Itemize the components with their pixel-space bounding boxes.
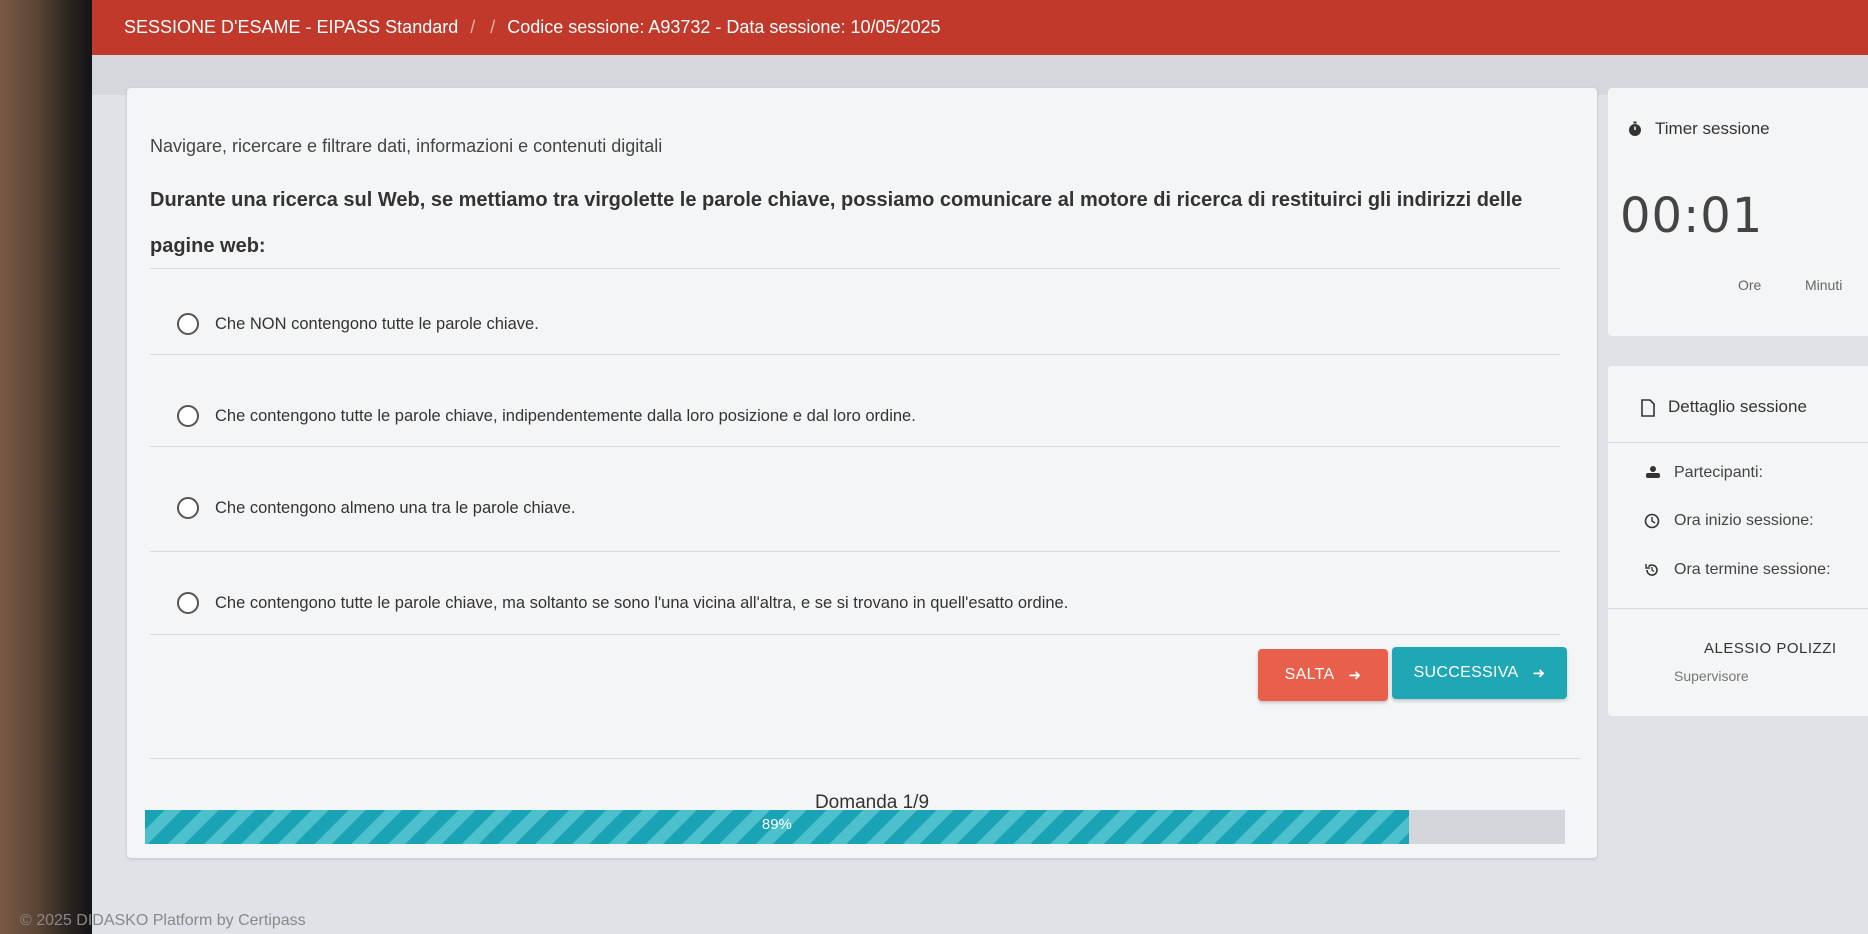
end-time-label: Ora termine sessione:: [1674, 561, 1831, 578]
exam-title: SESSIONE D'ESAME - EIPASS Standard: [124, 17, 459, 37]
participants-label: Partecipanti:: [1674, 464, 1763, 481]
timer-unit-hours: Ore: [1738, 277, 1762, 293]
arrow-right-icon: ➜: [1532, 665, 1546, 682]
progress-bar: 89%: [145, 810, 1565, 844]
start-time-label: Ora inizio sessione:: [1674, 512, 1814, 529]
answer-option-4[interactable]: Che contengono tutte le parole chiave, m…: [177, 592, 1068, 614]
arrow-right-icon: ➜: [1348, 667, 1362, 684]
divider: [150, 268, 1560, 269]
timer-title: Timer sessione: [1627, 119, 1770, 139]
session-info: Codice sessione: A93732 - Data sessione:…: [507, 17, 941, 37]
radio-button[interactable]: [177, 405, 199, 427]
exam-header-bar: SESSIONE D'ESAME - EIPASS Standard / / C…: [92, 0, 1868, 55]
screen-bezel: [0, 0, 92, 934]
stopwatch-icon: [1627, 121, 1643, 137]
next-button[interactable]: SUCCESSIVA ➜: [1392, 647, 1567, 699]
next-button-label: SUCCESSIVA: [1413, 664, 1519, 681]
question-category: Navigare, ricercare e filtrare dati, inf…: [150, 136, 663, 156]
answer-option-label: Che contengono tutte le parole chiave, m…: [215, 593, 1069, 612]
footer-copyright: © 2025 DIDASKO Platform by Certipass: [20, 912, 306, 929]
progress-percent: 89%: [761, 816, 792, 833]
answer-option-label: Che NON contengono tutte le parole chiav…: [215, 314, 539, 333]
divider: [150, 634, 1560, 635]
answer-option-2[interactable]: Che contengono tutte le parole chiave, i…: [177, 405, 916, 427]
radio-button[interactable]: [177, 592, 199, 614]
history-icon: [1644, 562, 1660, 578]
divider: [1608, 442, 1868, 443]
skip-button-label: SALTA: [1284, 666, 1335, 683]
participants-row: Partecipanti:: [1644, 464, 1763, 482]
supervisor-role: Supervisore: [1674, 668, 1749, 684]
header-separator: / /: [470, 17, 496, 37]
divider: [150, 758, 1580, 759]
answer-option-label: Che contengono almeno una tra le parole …: [215, 498, 576, 517]
start-time-row: Ora inizio sessione:: [1644, 512, 1814, 530]
document-icon: [1640, 399, 1656, 417]
answer-option-3[interactable]: Che contengono almeno una tra le parole …: [177, 497, 576, 519]
supervisor-name: ALESSIO POLIZZI: [1704, 640, 1837, 657]
timer-title-label: Timer sessione: [1655, 119, 1770, 138]
timer-value: 00:01: [1620, 188, 1764, 244]
answer-option-label: Che contengono tutte le parole chiave, i…: [215, 406, 916, 425]
skip-button[interactable]: SALTA ➜: [1258, 649, 1388, 701]
radio-button[interactable]: [177, 313, 199, 335]
session-detail-card: [1608, 366, 1868, 716]
session-detail-title: Dettaglio sessione: [1640, 397, 1807, 417]
progress-fill: 89%: [145, 810, 1409, 844]
clock-icon: [1644, 513, 1660, 529]
end-time-row: Ora termine sessione:: [1644, 561, 1831, 579]
divider: [1608, 608, 1868, 609]
session-detail-title-label: Dettaglio sessione: [1668, 397, 1807, 416]
timer-unit-minutes: Minuti: [1805, 277, 1843, 293]
question-text: Durante una ricerca sul Web, se mettiamo…: [150, 189, 1523, 257]
answer-option-1[interactable]: Che NON contengono tutte le parole chiav…: [177, 313, 539, 335]
divider: [150, 551, 1560, 552]
divider: [150, 446, 1560, 447]
divider: [150, 354, 1560, 355]
group-icon: [1644, 465, 1660, 481]
radio-button[interactable]: [177, 497, 199, 519]
